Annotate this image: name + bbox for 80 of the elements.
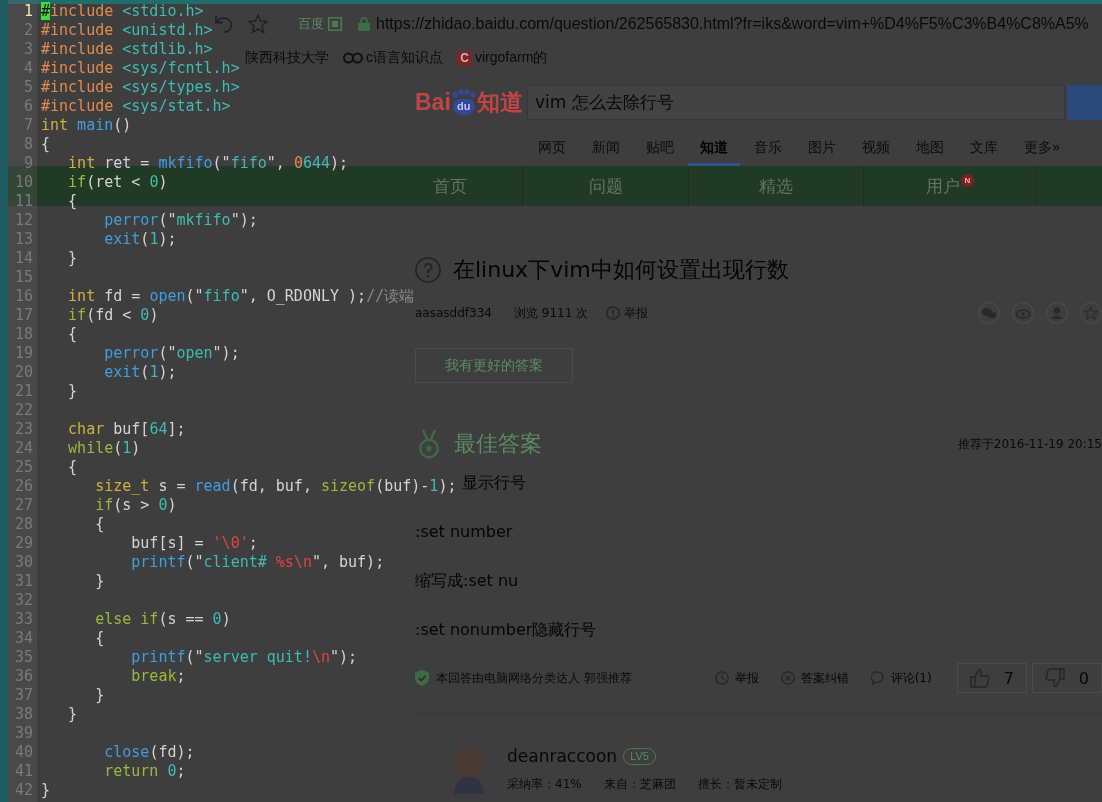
code-line: { (68, 191, 78, 211)
eye-icon[interactable] (1012, 302, 1034, 324)
code-line: if(ret < 0) (68, 172, 168, 192)
thumbs-up-icon (969, 668, 990, 688)
answer-text: 缩写成:set nu (415, 570, 519, 592)
answer-text: :set number (415, 521, 513, 543)
logo-text: 知道 (476, 89, 523, 115)
menu-item[interactable]: 问题 (588, 175, 623, 197)
code-line: buf[s] = '\0'; (131, 533, 258, 553)
code-line: else if(s == 0) (95, 609, 231, 629)
code-line: } (68, 381, 78, 401)
code-line: printf("client# %s\n", buf); (131, 552, 385, 572)
code-line: char buf[64]; (68, 419, 186, 439)
best-answer-heading: 最佳答案 (454, 430, 542, 458)
line-number: 9 (23, 153, 33, 173)
code-line: int fd = open("fifo", O_RDONLY );//读端 (68, 286, 415, 306)
question-icon (415, 257, 441, 283)
code-line: while(1) (68, 438, 141, 458)
code-line: } (95, 571, 105, 591)
site-favicon: C (457, 50, 472, 66)
code-line: { (68, 457, 78, 477)
menu-item[interactable]: 首页 (432, 175, 467, 197)
lock-icon (358, 17, 370, 31)
square-icon (328, 17, 342, 31)
code-line: exit(1); (104, 229, 177, 249)
search-engine-button[interactable]: 百度 (298, 15, 342, 33)
code-line: exit(1); (104, 362, 177, 382)
search-field[interactable]: vim 怎么去除行号 (527, 84, 1065, 120)
cross-circle-icon (780, 671, 795, 685)
code-line: { (95, 628, 105, 648)
code-line: #include <sys/types.h> (41, 77, 240, 97)
rings-icon (343, 52, 363, 64)
line-number: 10 (14, 172, 33, 192)
menu-item[interactable]: 精选 (759, 175, 793, 197)
question-title: 在linux下vim中如何设置出现行数 (453, 256, 789, 284)
star-icon[interactable] (1080, 302, 1102, 324)
answer-button[interactable]: 我有更好的答案 (415, 348, 573, 383)
code-line: #include <sys/fcntl.h> (41, 58, 240, 78)
code-line: } (68, 704, 78, 724)
code-line: { (68, 324, 78, 344)
code-line: { (95, 514, 105, 534)
code-line: #include <stdio.h> (41, 1, 204, 21)
code-line: } (95, 685, 105, 705)
code-line: #include <sys/stat.h> (41, 96, 231, 116)
code-line: } (68, 248, 78, 268)
code-line: if(s > 0) (95, 495, 177, 515)
thumbs-down-icon (1044, 668, 1065, 688)
code-line: int ret = mkfifo("fifo", 0644); (68, 153, 349, 173)
clock-icon (714, 671, 729, 685)
notification-badge: N (961, 174, 974, 187)
logo-paw-pad: du (453, 99, 475, 115)
search-button[interactable] (1067, 84, 1102, 120)
code-line: #include <unistd.h> (41, 20, 213, 40)
answer-text: :set nonumber隐藏行号 (415, 619, 597, 641)
code-line: return 0; (104, 761, 186, 781)
code-line: int main() (41, 115, 132, 135)
alert-icon (606, 306, 621, 320)
comment-icon (870, 671, 885, 685)
code-line: perror("open"); (104, 343, 240, 363)
line-number: 1 (23, 1, 33, 21)
logo-text: Bai (415, 89, 451, 115)
shield-icon (415, 670, 429, 686)
answer-text: 显示行号 (462, 472, 526, 494)
paw-toes-icon (451, 89, 476, 98)
code-line: size_t s = read(fd, buf, sizeof(buf)-1); (95, 476, 457, 496)
undo-icon[interactable] (215, 15, 235, 33)
code-line: if(fd < 0) (68, 305, 159, 325)
star-icon[interactable] (248, 14, 268, 34)
code-line: close(fd); (104, 742, 195, 762)
line-number: 11 (14, 191, 33, 211)
code-line: #include <stdlib.h> (41, 39, 213, 59)
person-icon[interactable] (1046, 302, 1068, 324)
code-line: printf("server quit!\n"); (131, 647, 358, 667)
chat-icon[interactable] (978, 302, 1000, 324)
menu-item[interactable]: 用户 (926, 175, 960, 197)
code-line: } (41, 780, 51, 800)
code-line: perror("mkfifo"); (104, 210, 258, 230)
code-line: { (41, 134, 51, 154)
medal-icon (418, 429, 440, 459)
code-line: break; (131, 666, 186, 686)
